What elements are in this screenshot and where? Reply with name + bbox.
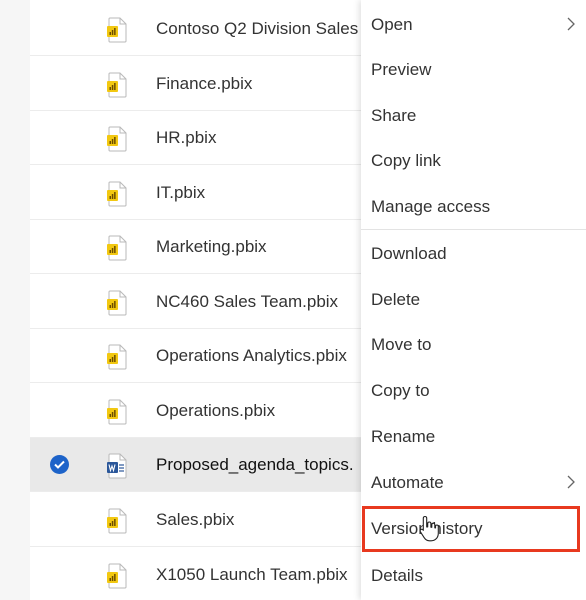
menu-item-delete[interactable]: Delete <box>361 277 586 322</box>
file-name[interactable]: Contoso Q2 Division Sales <box>156 2 366 56</box>
file-name[interactable]: IT.pbix <box>156 166 366 220</box>
menu-item-label: Preview <box>371 60 432 79</box>
menu-item-automate[interactable]: Automate <box>361 460 586 505</box>
pbix-file-icon <box>107 344 127 370</box>
checkmark-icon[interactable] <box>50 455 69 474</box>
menu-item-open[interactable]: Open <box>361 2 586 47</box>
menu-item-label: Download <box>371 244 447 263</box>
menu-item-label: Details <box>371 566 423 585</box>
pbix-file-icon <box>107 72 127 98</box>
file-name[interactable]: Sales.pbix <box>156 493 366 547</box>
pbix-file-icon <box>107 17 127 43</box>
menu-item-label: Move to <box>371 335 432 354</box>
hand-cursor-icon <box>419 515 439 542</box>
menu-item-rename[interactable]: Rename <box>361 414 586 459</box>
pbix-file-icon <box>107 290 127 316</box>
menu-item-move-to[interactable]: Move to <box>361 322 586 367</box>
onedrive-files-view: Contoso Q2 Division Sales Finance.pbix H… <box>0 0 586 600</box>
chevron-right-icon <box>567 475 575 489</box>
pbix-file-icon <box>107 508 127 534</box>
chevron-right-icon <box>567 17 575 31</box>
file-name[interactable]: X1050 Launch Team.pbix <box>156 548 366 600</box>
menu-item-copy-to[interactable]: Copy to <box>361 368 586 413</box>
menu-item-manage-access[interactable]: Manage access <box>361 184 586 229</box>
menu-item-label: Copy to <box>371 381 430 400</box>
menu-item-label: Open <box>371 15 413 34</box>
pbix-file-icon <box>107 563 127 589</box>
menu-item-label: Rename <box>371 427 436 446</box>
menu-divider <box>361 229 586 230</box>
menu-item-version-history[interactable]: Version history <box>361 506 586 551</box>
menu-item-label: Copy link <box>371 151 441 170</box>
menu-item-label: Share <box>371 106 417 125</box>
file-name[interactable]: Marketing.pbix <box>156 220 366 274</box>
menu-item-share[interactable]: Share <box>361 93 586 138</box>
pbix-file-icon <box>107 126 127 152</box>
menu-item-preview[interactable]: Preview <box>361 47 586 92</box>
file-name[interactable]: Proposed_agenda_topics. <box>156 438 366 492</box>
left-gutter <box>0 0 30 600</box>
word-file-icon <box>107 453 127 479</box>
menu-item-download[interactable]: Download <box>361 231 586 276</box>
file-name[interactable]: Finance.pbix <box>156 57 366 111</box>
file-name[interactable]: HR.pbix <box>156 111 366 165</box>
context-menu: Open Preview Share Copy link Manage acce… <box>361 0 586 600</box>
menu-item-copy-link[interactable]: Copy link <box>361 138 586 183</box>
pbix-file-icon <box>107 235 127 261</box>
menu-item-label: Automate <box>371 473 444 492</box>
pbix-file-icon <box>107 181 127 207</box>
file-name[interactable]: Operations.pbix <box>156 384 366 438</box>
menu-item-label: Delete <box>371 290 421 309</box>
pbix-file-icon <box>107 399 127 425</box>
menu-item-label: Manage access <box>371 197 491 216</box>
menu-item-details[interactable]: Details <box>361 553 586 598</box>
file-name[interactable]: Operations Analytics.pbix <box>156 329 366 383</box>
file-name[interactable]: NC460 Sales Team.pbix <box>156 275 366 329</box>
